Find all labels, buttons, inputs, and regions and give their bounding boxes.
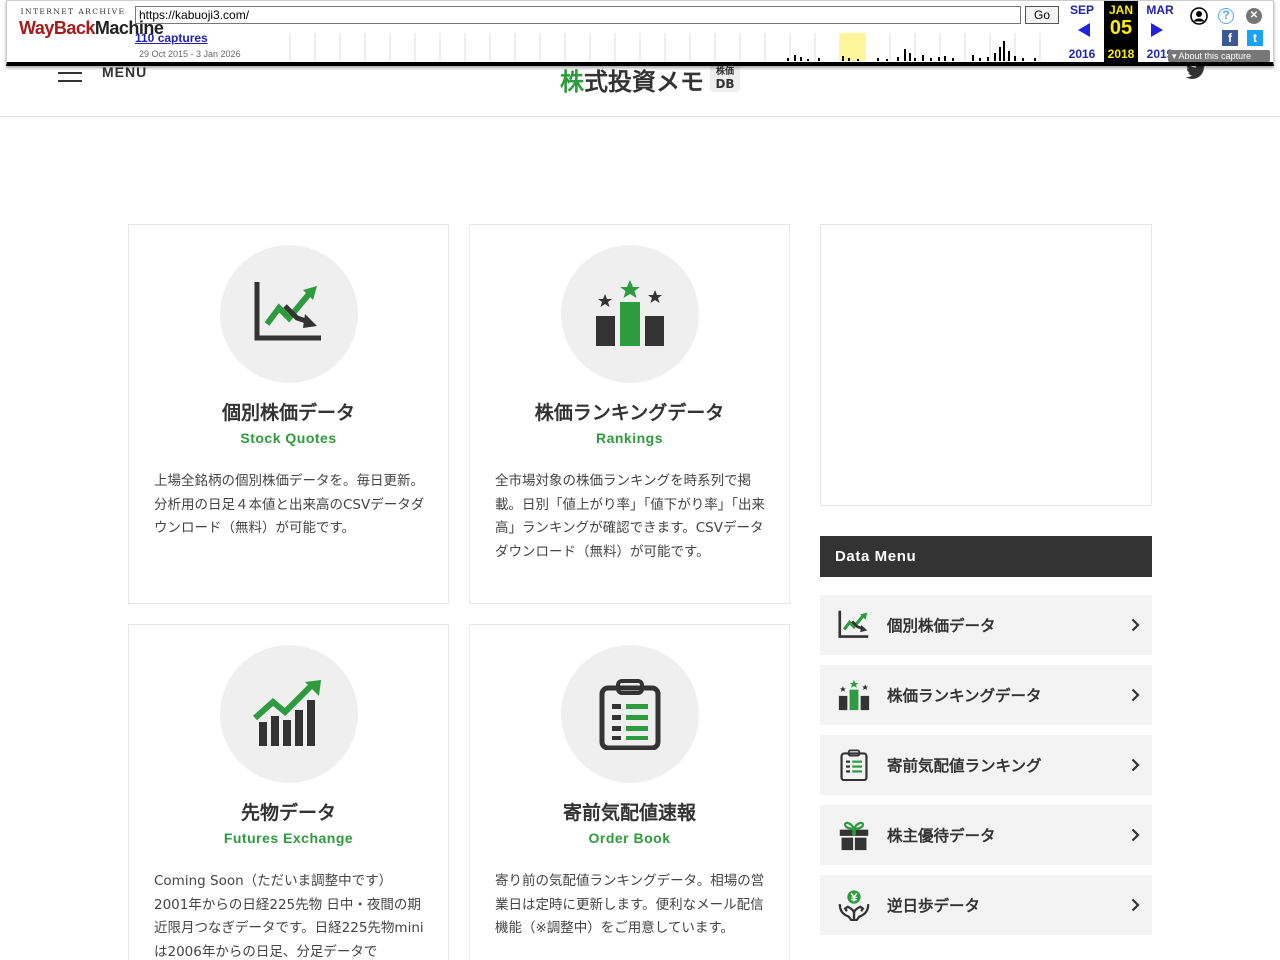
captures-link[interactable]: 110 captures xyxy=(135,31,208,45)
growth-bars-icon xyxy=(253,680,321,746)
sidebar-item-label: 個別株価データ xyxy=(887,617,996,635)
card-description: 寄り前の気配値ランキングデータ。相場の営業日は定時に更新します。便利なメール配信… xyxy=(495,873,765,936)
card-subtitle: Rankings xyxy=(595,430,663,446)
close-icon[interactable]: ✕ xyxy=(1246,8,1262,24)
chevron-right-icon xyxy=(1131,828,1140,842)
card-subtitle: Order Book xyxy=(588,830,671,846)
data-menu-header: Data Menu xyxy=(820,536,1152,577)
wayback-toolbar: INTERNET ARCHIVE WayBackMachine https://… xyxy=(6,0,1274,66)
wayback-logo[interactable]: INTERNET ARCHIVE WayBackMachine xyxy=(19,7,164,39)
chevron-right-icon xyxy=(1131,618,1140,632)
logo-text: 式投資メモ xyxy=(584,68,704,96)
card-title: 先物データ xyxy=(240,802,336,824)
card-title: 個別株価データ xyxy=(221,402,355,424)
capture-range: 29 Oct 2015 - 3 Jan 2026 xyxy=(139,49,241,59)
stock-chart-icon xyxy=(254,282,321,341)
facebook-share-icon[interactable]: f xyxy=(1222,30,1238,46)
prev-capture[interactable]: SEP 2016 xyxy=(1065,1,1099,63)
card-rankings[interactable]: 株価ランキングデータ Rankings 全市場対象の株価ランキングを時系列で掲載… xyxy=(469,224,790,604)
sidebar-item-label: 逆日歩データ xyxy=(887,897,981,915)
card-icon-circle xyxy=(561,645,699,783)
logo-first-char: 株 xyxy=(560,68,584,96)
card-futures[interactable]: 先物データ Futures Exchange Coming Soon（ただいま調… xyxy=(128,624,449,960)
yen-hands-icon xyxy=(838,890,870,921)
wayback-go-button[interactable]: Go xyxy=(1025,6,1059,24)
logo-db-badge: 株価 DB xyxy=(710,64,740,92)
chevron-right-icon xyxy=(1131,898,1140,912)
card-order-book[interactable]: 寄前気配値速報 Order Book 寄り前の気配値ランキングデータ。相場の営業… xyxy=(469,624,790,960)
sidebar-item-label: 株主優待データ xyxy=(887,827,996,845)
card-title: 株価ランキングデータ xyxy=(534,402,725,424)
card-subtitle: Futures Exchange xyxy=(223,830,354,846)
capture-calendar-nav: SEP 2016 JAN 05 2018 MAR 2019 xyxy=(1065,1,1183,63)
next-arrow-icon[interactable] xyxy=(1151,23,1163,37)
sidebar-item-label: 株価ランキングデータ xyxy=(887,687,1042,705)
sidebar-item-reverse-interest[interactable]: 逆日歩データ xyxy=(820,875,1152,935)
current-capture: JAN 05 2018 xyxy=(1104,1,1138,63)
ranking-podium-icon xyxy=(596,280,664,346)
ranking-podium-icon xyxy=(838,679,870,711)
site-logo[interactable]: 株式投資メモ 株価 DB xyxy=(560,62,740,96)
card-description: 全市場対象の株価ランキングを時系列で掲載。日別「値上がり率」「値下がり率」「出来… xyxy=(495,473,765,560)
sidebar-item-stock-quotes[interactable]: 個別株価データ xyxy=(820,595,1152,655)
capture-sparkline[interactable] xyxy=(282,33,1058,61)
chevron-right-icon xyxy=(1131,688,1140,702)
help-icon[interactable]: ? xyxy=(1218,8,1234,24)
sidebar-item-label: 寄前気配値ランキング xyxy=(887,757,1042,775)
card-icon-circle xyxy=(220,645,358,783)
card-icon-circle xyxy=(220,245,358,383)
card-subtitle: Stock Quotes xyxy=(240,430,337,446)
menu-label[interactable]: MENU xyxy=(102,64,147,80)
card-description: 上場全銘柄の個別株価データを。毎日更新。分析用の日足４本値と出来高のCSVデータ… xyxy=(154,473,425,536)
account-icon[interactable] xyxy=(1190,7,1208,25)
wayback-url-input[interactable]: https://kabuoji3.com/ xyxy=(135,6,1021,24)
sidebar-item-rankings[interactable]: 株価ランキングデータ xyxy=(820,665,1152,725)
hamburger-menu-icon[interactable] xyxy=(58,64,82,82)
sidebar-item-order-book[interactable]: 寄前気配値ランキング xyxy=(820,735,1152,795)
gift-icon xyxy=(839,821,869,851)
clipboard-list-icon xyxy=(840,749,868,781)
stock-chart-icon xyxy=(838,610,869,638)
chevron-right-icon xyxy=(1131,758,1140,772)
clipboard-list-icon xyxy=(599,679,661,750)
twitter-share-icon[interactable]: t xyxy=(1247,30,1263,46)
prev-arrow-icon[interactable] xyxy=(1078,23,1090,37)
sidebar-ad-box xyxy=(820,224,1152,506)
card-stock-quotes[interactable]: 個別株価データ Stock Quotes 上場全銘柄の個別株価データを。毎日更新… xyxy=(128,224,449,604)
card-description: Coming Soon（ただいま調整中です）2001年からの日経225先物 日中… xyxy=(154,873,424,960)
card-icon-circle xyxy=(561,245,699,383)
sidebar-item-shareholder-benefits[interactable]: 株主優待データ xyxy=(820,805,1152,865)
card-title: 寄前気配値速報 xyxy=(562,802,696,824)
about-capture-button[interactable]: ▾ About this capture xyxy=(1168,50,1270,62)
